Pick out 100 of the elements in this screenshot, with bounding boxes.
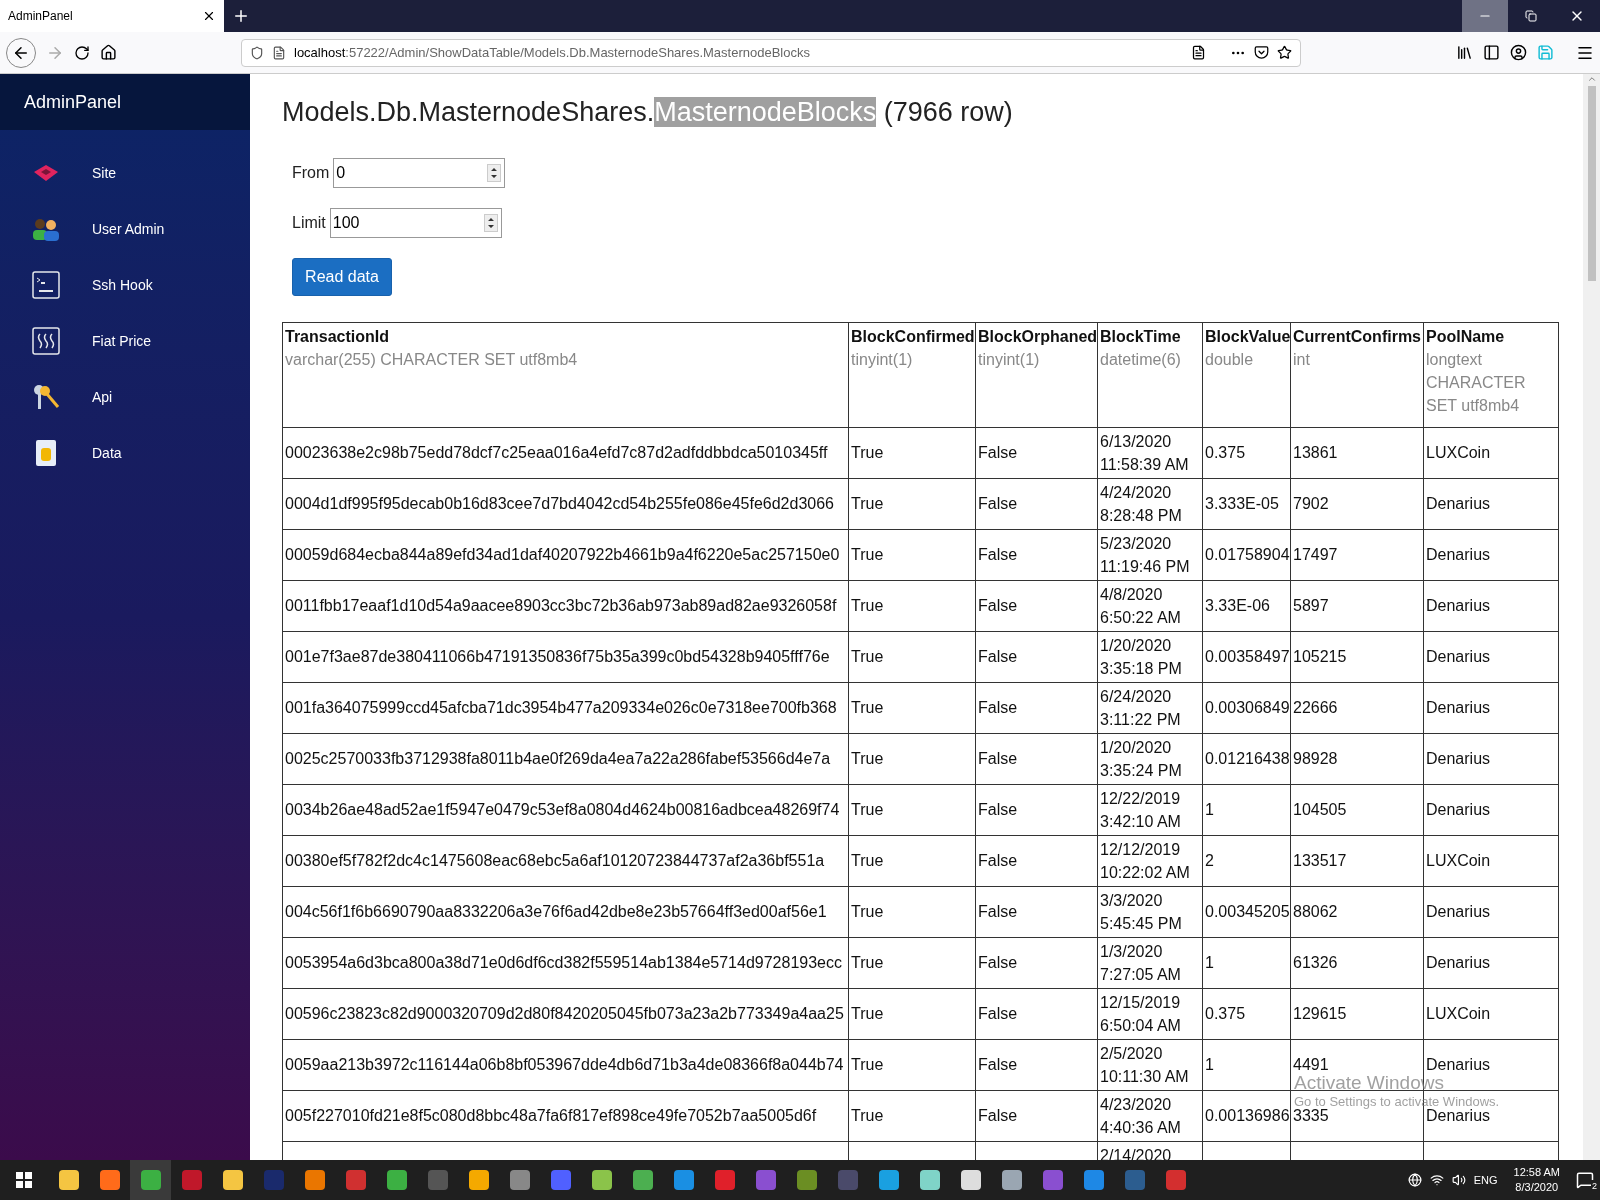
number-input[interactable]: 0: [333, 157, 506, 188]
column-header: TransactionId: [285, 326, 391, 347]
column-type: double: [1205, 349, 1255, 370]
windows-logo-icon[interactable]: [16, 1172, 32, 1188]
table-cell: True: [851, 903, 884, 920]
scrollbar-thumb[interactable]: [1587, 86, 1596, 281]
app-icon[interactable]: [632, 1170, 653, 1190]
shield-icon: [250, 45, 264, 60]
table-cell: 17497: [1293, 546, 1338, 563]
clock[interactable]: 12:58 AM 8/3/2020: [1505, 1165, 1568, 1195]
table-cell: 0034b26ae48ad52ae1f5947e0479c53ef8a0804d4624b00816adbcea48269f74: [285, 801, 840, 818]
pocket-icon[interactable]: [1254, 45, 1269, 60]
table-cell: False: [978, 1005, 1018, 1022]
column-header: PoolName: [1426, 326, 1506, 347]
app-icon[interactable]: [386, 1170, 407, 1190]
network-icon[interactable]: [1429, 1173, 1444, 1187]
table-cell: 001e7f3ae87de380411066b47191350836f75b35a399c0bd54328b9405fff76e: [285, 648, 830, 665]
table-cell: Denarius: [1426, 495, 1491, 512]
table-cell: 00596c23823c82d9000320709d2d80f8420205045fb073a23a2b773349a4aa25: [285, 1005, 844, 1022]
notification-icon[interactable]: [1576, 1171, 1594, 1189]
column-type: varchar(255) CHARACTER SET utf8mb4: [285, 349, 579, 370]
restore-icon[interactable]: [1525, 10, 1537, 22]
table-cell: 88062: [1293, 903, 1338, 920]
table-cell: True: [851, 495, 884, 512]
sidebar-item[interactable]: Data: [0, 425, 250, 481]
table-cell: Denarius: [1426, 546, 1491, 563]
sidebar-icon[interactable]: [1483, 44, 1500, 61]
table-cell: True: [851, 750, 884, 767]
app-icon[interactable]: [99, 1170, 120, 1190]
number-input[interactable]: 100: [329, 207, 502, 238]
table-cell: True: [851, 801, 884, 818]
table-cell: Denarius: [1426, 903, 1491, 920]
table-cell: 0.00136986: [1205, 1107, 1290, 1124]
app-icon[interactable]: [58, 1170, 79, 1190]
language-indicator[interactable]: ENG: [1473, 1171, 1498, 1189]
table-cell: Denarius: [1426, 597, 1491, 614]
sidebar-item[interactable]: Api: [0, 369, 250, 425]
bookmark-star-icon[interactable]: [1277, 45, 1292, 60]
table-cell: Denarius: [1426, 648, 1491, 665]
table-cell: 129615: [1293, 1005, 1347, 1022]
table-cell: True: [851, 597, 884, 614]
terminal-icon: [32, 271, 60, 299]
browser-tab[interactable]: AdminPanel: [0, 0, 224, 32]
cube-icon: [32, 162, 60, 184]
globe-icon[interactable]: [1407, 1173, 1422, 1187]
speaker-icon[interactable]: [1451, 1173, 1466, 1187]
table-cell: 3335: [1293, 1107, 1329, 1124]
table-cell: 1/3/2020 7:27:05 AM: [1100, 942, 1181, 983]
table-cell: Denarius: [1426, 1107, 1491, 1124]
table-cell: True: [851, 1107, 884, 1124]
table-cell: 4/8/2020 6:50:22 AM: [1100, 585, 1181, 626]
library-icon[interactable]: [1456, 44, 1473, 61]
app-icon[interactable]: [591, 1170, 612, 1190]
app-icon[interactable]: [919, 1170, 940, 1190]
page-title: Models.Db.MasternodeShares.MasternodeBlocks (7966 row): [282, 96, 1014, 129]
app-icon[interactable]: [222, 1170, 243, 1190]
table-cell: 1: [1205, 1056, 1214, 1073]
account-icon[interactable]: [1510, 44, 1527, 61]
table-cell: False: [978, 699, 1018, 716]
table-cell: 3/3/2020 5:45:45 PM: [1100, 891, 1182, 932]
table-cell: True: [851, 648, 884, 665]
new-tab-icon[interactable]: [232, 7, 250, 25]
table-cell: 6/13/2020 11:58:39 AM: [1100, 432, 1189, 473]
close-icon[interactable]: [202, 9, 216, 23]
table-cell: 00059d684ecba844a89efd34ad1daf40207922b4661b9a4f6220e5ac257150e0: [285, 546, 840, 563]
table-cell: False: [978, 495, 1018, 512]
table-cell: 1: [1205, 801, 1214, 818]
column-header: BlockConfirmed: [851, 326, 975, 347]
column-type: datetime(6): [1100, 349, 1182, 370]
home-icon[interactable]: [100, 44, 117, 61]
keys-icon: [31, 383, 61, 411]
app-icon[interactable]: [960, 1170, 981, 1190]
read-data-button[interactable]: Read data: [292, 257, 392, 296]
column-header: CurrentConfirms: [1293, 326, 1422, 347]
table-cell: 2/5/2020 10:11:30 AM: [1100, 1044, 1189, 1085]
app-icon[interactable]: [304, 1170, 325, 1190]
table-cell: 004c56f1f6b6690790aa8332206a3e76f6ad42dbe8e23b57664ff3ed00af56e1: [285, 903, 827, 920]
table-cell: 1: [1205, 954, 1214, 971]
sidebar-item[interactable]: User Admin: [0, 201, 250, 257]
app-icon[interactable]: [468, 1170, 489, 1190]
table-cell: 0.375: [1205, 444, 1246, 461]
table-cell: 0.01216438: [1205, 750, 1290, 767]
spinner-icon[interactable]: [483, 213, 498, 232]
table-cell: 0011fbb17eaaf1d10d54a9aacee8903cc3bc72b36ab973ab89ad82ae9326058f: [285, 597, 837, 614]
sidebar-item[interactable]: Fiat Price: [0, 313, 250, 369]
table-cell: False: [978, 648, 1018, 665]
sidebar-item[interactable]: Ssh Hook: [0, 257, 250, 313]
table-cell: 1/20/2020 3:35:24 PM: [1100, 738, 1182, 779]
app-icon[interactable]: [878, 1170, 899, 1190]
reader-view-icon[interactable]: [1191, 45, 1206, 60]
address-bar[interactable]: localhost:57222/Admin/ShowDataTable/Models.Db.MasternodeShares.MasternodeBlocks: [241, 38, 1301, 67]
reload-icon[interactable]: [74, 44, 90, 61]
page-icon: [272, 45, 286, 60]
table-cell: 12/22/2019 3:42:10 AM: [1100, 789, 1181, 830]
table-cell: 4/23/2020 4:40:36 AM: [1100, 1095, 1181, 1136]
sidebar-item[interactable]: Site: [0, 145, 250, 201]
spinner-icon[interactable]: [487, 163, 502, 182]
table-cell: 12/15/2019 6:50:04 AM: [1100, 993, 1181, 1034]
table-cell: 0.01758904: [1205, 546, 1290, 563]
app-icon[interactable]: [1001, 1170, 1022, 1190]
